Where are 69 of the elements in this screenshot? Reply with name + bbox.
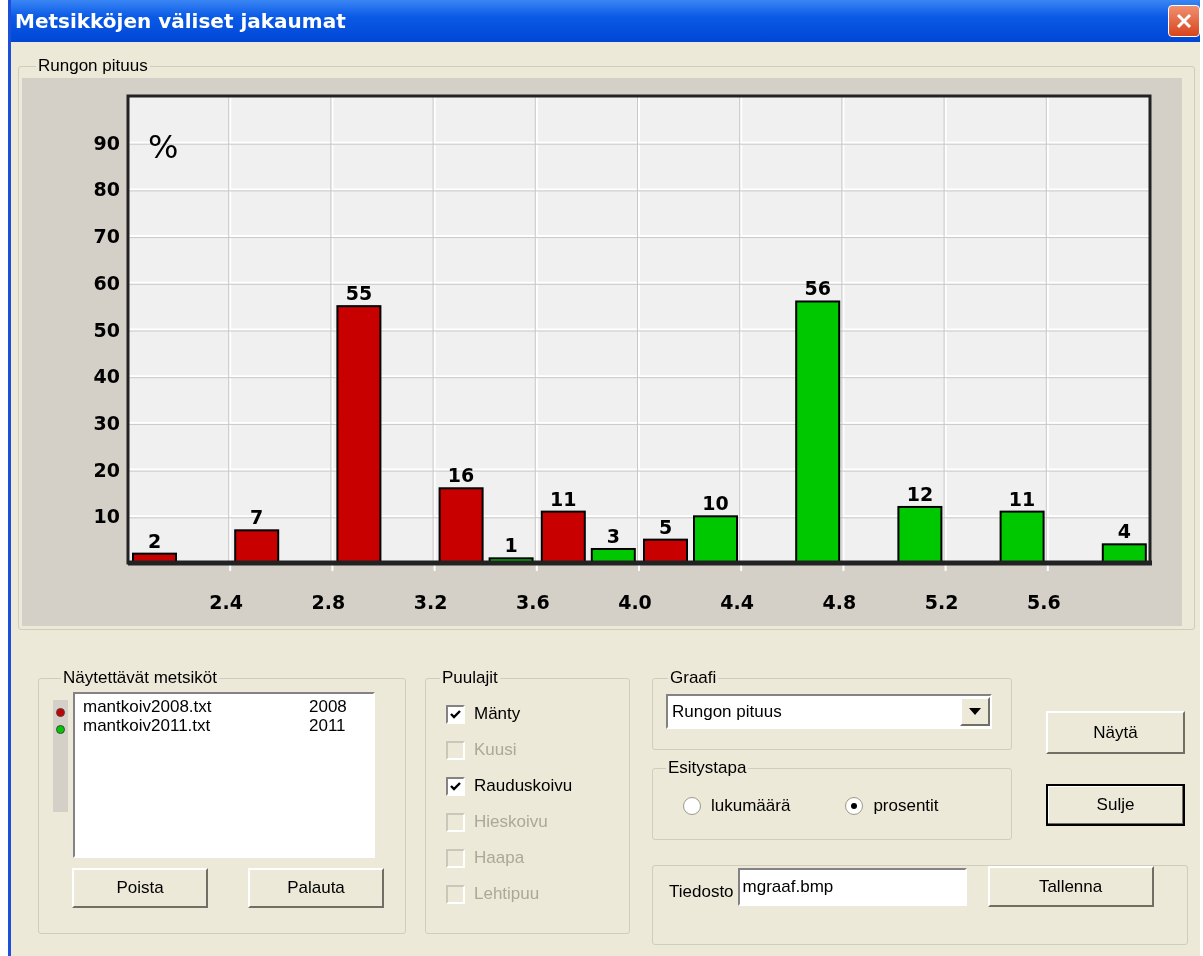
checkbox-label: Haapa [474,848,525,868]
check-icon [450,780,461,792]
value-label: 5 [658,515,673,538]
y-tick-label: 90 [93,131,120,154]
x-tick-label: 5.6 [1026,591,1061,613]
close-icon [1175,12,1193,30]
value-label: 11 [1008,487,1036,510]
value-label: 10 [702,492,729,515]
value-label: 56 [804,277,831,300]
x-tick-label: 4.0 [618,591,652,613]
year-text[interactable]: 2011 [309,716,346,735]
dropdown-value: Rungon pituus [672,701,782,722]
y-tick-label: 80 [93,178,120,201]
checkbox[interactable] [446,704,465,724]
y-tick-label: 40 [93,365,120,388]
x-tick-label: 4.4 [720,591,755,613]
checkbox-label: Hieskoivu [474,812,548,832]
value-label: 7 [250,506,264,529]
value-label: 11 [550,487,577,510]
value-label: 4 [1117,520,1131,543]
y-tick-label: 50 [93,318,120,341]
y-tick-label: 70 [93,225,120,248]
radio-button[interactable] [683,797,701,815]
check-icon [450,708,461,720]
save-button[interactable]: Tallenna [987,866,1154,907]
x-tick-label: 3.6 [515,591,550,613]
year-text[interactable]: 2008 [309,697,347,716]
x-tick-label: 3.2 [413,591,448,613]
action-button[interactable]: Palauta [248,868,384,908]
graph-dropdown[interactable]: Rungon pituus [666,694,992,729]
y-tick-label: 10 [93,505,120,528]
radio-button[interactable] [845,797,864,815]
file-name[interactable]: mantkoiv2011.txt [83,716,309,735]
checkbox[interactable] [446,776,465,796]
x-tick-label: 2.4 [209,591,244,613]
value-label: 3 [606,525,620,547]
x-tick-label: 5.2 [924,591,959,613]
dropdown-button[interactable] [960,697,990,726]
action-button[interactable]: Poista [72,868,208,908]
group-label: Näytettävät metsiköt [62,668,218,688]
value-label: 1 [504,534,518,557]
radio-label: lukumäärä [711,796,791,816]
y-tick-label: 60 [93,271,120,294]
action-button[interactable]: Sulje [1046,784,1185,826]
field-label: Tiedosto [669,881,734,902]
action-button[interactable]: Näytä [1046,711,1185,754]
close-button[interactable] [1168,5,1200,37]
y-axis-label: % [148,128,179,166]
checkbox-label: Kuusi [474,740,517,760]
group-label: Rungon pituus [37,56,149,76]
value-label: 12 [906,482,934,505]
x-tick-label: 4.8 [822,591,857,613]
caret-icon [969,708,981,715]
checkbox-label: Mänty [474,704,521,724]
value-label: 16 [447,464,475,487]
value-label: 55 [345,282,373,305]
checkbox-label: Lehtipuu [474,884,540,904]
window-title: Metsikköjen väliset jakaumat [15,9,346,33]
value-label: 2 [147,529,162,552]
x-tick-label: 2.8 [311,591,346,613]
group-label: Graafi [669,668,718,688]
y-tick-label: 30 [93,411,120,434]
file-name-field[interactable]: mgraaf.bmp [737,867,967,906]
checkbox-label: Rauduskoivu [474,776,573,796]
file-name[interactable]: mantkoiv2008.txt [83,697,309,716]
group-label: Esitystapa [667,758,748,778]
radio-label: prosentit [873,796,939,816]
group-label: Puulajit [441,668,499,688]
y-tick-label: 20 [93,458,120,481]
